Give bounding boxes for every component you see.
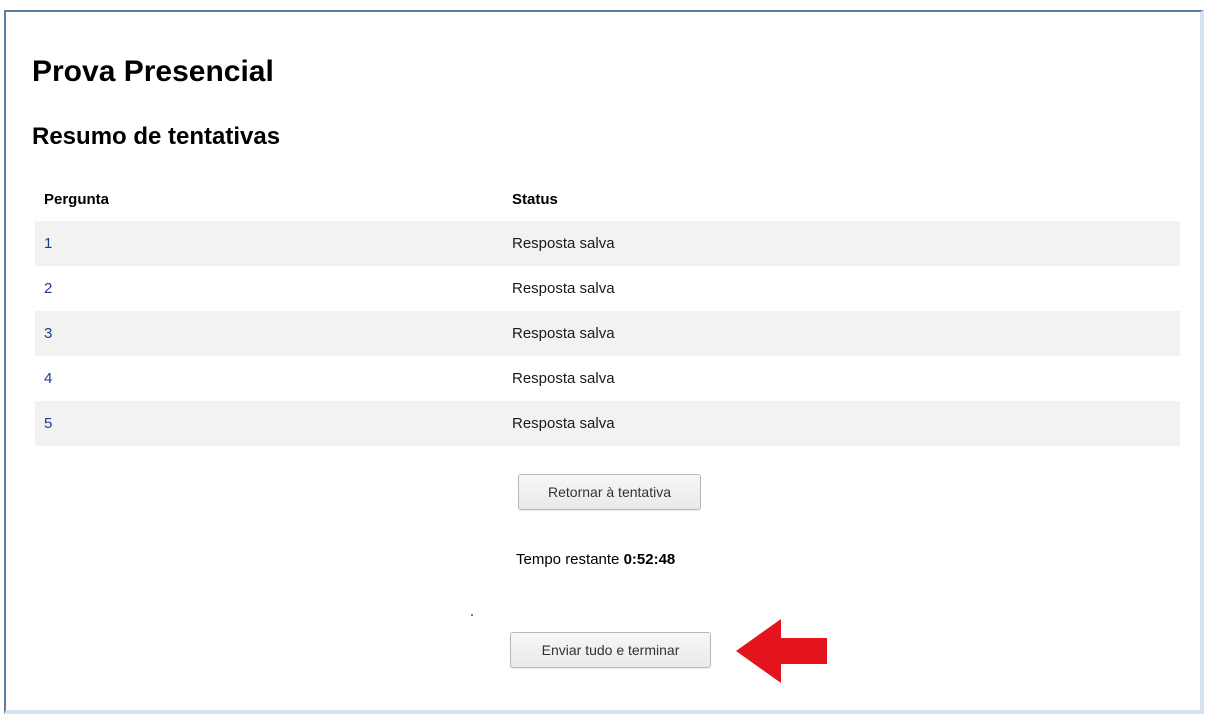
question-link-1[interactable]: 1 — [44, 235, 52, 252]
question-link-2[interactable]: 2 — [44, 280, 52, 297]
time-remaining-label: Tempo restante — [516, 551, 620, 568]
question-cell: 1 — [35, 221, 500, 266]
status-cell: Resposta salva — [500, 221, 1180, 266]
red-arrow-left-icon — [736, 619, 827, 683]
attempt-summary-table: Pergunta Status 1 Resposta salva 2 Respo… — [35, 178, 1180, 446]
question-cell: 2 — [35, 266, 500, 311]
stray-dot — [471, 614, 473, 616]
red-arrow-shape — [736, 619, 827, 683]
question-cell: 4 — [35, 356, 500, 401]
page-title: Prova Presencial — [32, 55, 274, 88]
question-cell: 5 — [35, 401, 500, 446]
question-link-5[interactable]: 5 — [44, 415, 52, 432]
status-cell: Resposta salva — [500, 266, 1180, 311]
submit-all-and-finish-button[interactable]: Enviar tudo e terminar — [510, 632, 711, 668]
column-header-status: Status — [512, 191, 558, 208]
time-remaining-value: 0:52:48 — [623, 551, 676, 568]
section-title: Resumo de tentativas — [32, 123, 281, 150]
question-cell: 3 — [35, 311, 500, 356]
column-header-question: Pergunta — [44, 191, 110, 208]
table-row: 3 Resposta salva — [35, 311, 1180, 356]
table-row: 1 Resposta salva — [35, 221, 1180, 266]
table-row: 5 Resposta salva — [35, 401, 1180, 446]
status-cell: Resposta salva — [500, 311, 1180, 356]
table-header-row: Pergunta Status — [35, 178, 1180, 221]
table-row: 2 Resposta salva — [35, 266, 1180, 311]
question-link-4[interactable]: 4 — [44, 370, 52, 387]
table-row: 4 Resposta salva — [35, 356, 1180, 401]
status-cell: Resposta salva — [500, 356, 1180, 401]
question-link-3[interactable]: 3 — [44, 325, 52, 342]
return-to-attempt-button[interactable]: Retornar à tentativa — [518, 474, 701, 510]
time-remaining: Tempo restante 0:52:48 — [516, 551, 675, 568]
status-cell: Resposta salva — [500, 401, 1180, 446]
